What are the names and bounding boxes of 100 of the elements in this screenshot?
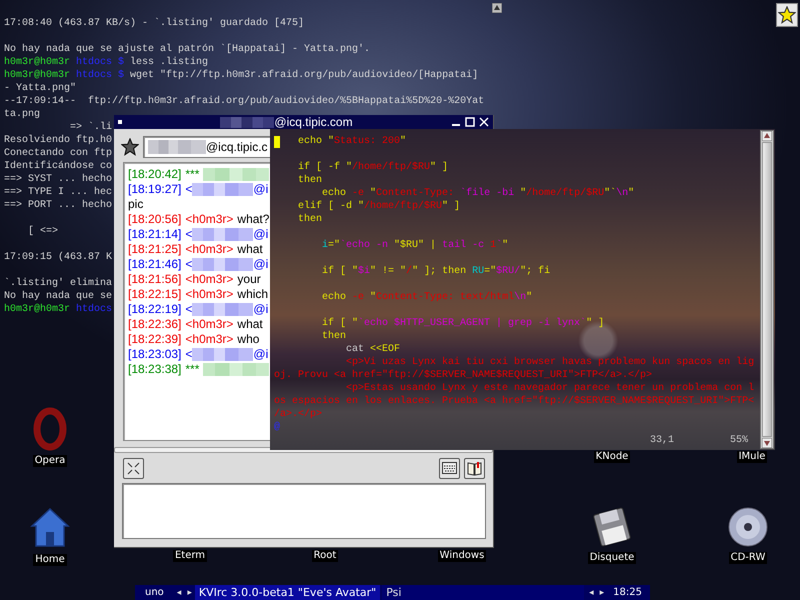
code-line: <p>Vi uzas Lynx kai tiu cxi browser havas problemo kun spacos en lig — [345, 356, 754, 369]
nick-label: @i — [253, 182, 268, 197]
code-line: os espacios en los enlaces. Prueba <a href="ftp://$SERVER_NAME$REQUEST_URI">FTP< — [274, 395, 754, 408]
blurred-name — [203, 363, 270, 376]
desktop-icon-label[interactable]: Eterm — [172, 550, 208, 562]
prompt-symbol: $ — [118, 56, 124, 69]
message-text: what — [237, 242, 263, 257]
message-input[interactable] — [122, 483, 486, 539]
message-text: what? — [237, 212, 270, 227]
nick-bracket: < — [185, 347, 192, 362]
nick-label: @i — [253, 302, 268, 317]
house-icon[interactable] — [29, 506, 71, 550]
chat-timestamp: [18:22:19] — [128, 302, 182, 317]
keyboard-button[interactable] — [439, 458, 460, 478]
prompt-symbol: $ — [118, 69, 124, 82]
terminal-line: Conectando con ftp — [4, 147, 112, 160]
desktop-icon-label[interactable]: Root — [312, 550, 338, 562]
book-icon — [467, 460, 482, 476]
maximize-icon[interactable] — [465, 117, 475, 127]
chat-timestamp: [18:21:25] — [128, 242, 182, 257]
chat-timestamp: [18:22:39] — [128, 332, 182, 347]
scrollbar[interactable] — [760, 130, 774, 449]
nick-bracket: < — [185, 257, 192, 272]
chat-timestamp: [18:20:56] — [128, 212, 182, 227]
chat-timestamp: [18:22:15] — [128, 287, 182, 302]
book-button[interactable] — [464, 458, 485, 478]
desktop-icon-label[interactable]: Home — [33, 554, 67, 566]
prompt-directory: htdocs — [76, 56, 112, 69]
message-text: pic — [128, 197, 144, 212]
workspace-name[interactable]: uno — [135, 587, 174, 598]
nick-label: <h0m3r> — [185, 242, 234, 257]
code-line: i="`echo -n "$RU" | tail -c 1`" — [321, 239, 508, 252]
code-line: echo -e "Content-Type: text/html\n" — [321, 291, 532, 304]
system-marker: *** — [185, 362, 200, 377]
nick-label: @i — [253, 347, 268, 362]
message-text: who — [237, 332, 260, 347]
terminal-line: ==> TYPE I ... hec — [4, 186, 112, 199]
prompt-user: h0m3r@h0m3r — [4, 69, 70, 82]
desktop-icon-label[interactable]: Disquete — [588, 552, 636, 564]
desktop-icon-label[interactable]: IMule — [736, 451, 768, 463]
close-icon[interactable] — [479, 117, 489, 127]
terminal-line: --17:09:14-- ftp://ftp.h0m3r.afraid.org/pub/audiovideo/%5BHappatai%5D%20-%20Yat — [4, 95, 484, 108]
code-line: then — [321, 330, 346, 343]
nick-label: @i — [253, 257, 268, 272]
code-line: elif [ -d "/home/ftp/$RU" ] — [297, 200, 460, 213]
chat-timestamp: [18:23:38] — [128, 362, 182, 377]
chat-timestamp: [18:21:46] — [128, 257, 182, 272]
code-line: <p>Estas usando Lynx y este navegador parece tener un problema con l — [345, 382, 754, 395]
text-cursor — [274, 136, 280, 148]
star-icon — [778, 6, 796, 24]
terminal-line: - Yatta.png" — [4, 82, 76, 95]
desktop-icon-label[interactable]: Opera — [32, 455, 68, 467]
code-line: echo -e "Content-Type: `file -bi "/home/ftp/$RU"`\n" — [321, 187, 634, 200]
cursor-position: 33,1 — [650, 434, 674, 447]
shrink-button[interactable] — [123, 458, 144, 478]
blurred-name — [192, 258, 254, 271]
desktop-icon-label[interactable]: Windows — [438, 550, 486, 562]
star-icon — [121, 138, 139, 156]
down-arrow-icon[interactable] — [762, 438, 772, 448]
chat-timestamp: [18:21:14] — [128, 227, 182, 242]
terminal-line: Resolviendo ftp.h0 — [4, 134, 112, 147]
nick-label: <h0m3r> — [185, 332, 234, 347]
code-line: if [ "$i" != "/" ]; then RU="$RU/"; fi — [321, 265, 550, 278]
chat-timestamp: [18:23:03] — [128, 347, 182, 362]
terminal-line: 17:08:40 (463.87 KB/s) - `.listing' guardado [475] — [4, 17, 304, 30]
nick-bracket: < — [185, 227, 192, 242]
terminal-line: No hay nada que se ajuste al patrón `[Happatai] - Yatta.png'. — [4, 43, 370, 56]
terminal-line: Identificándose co — [4, 160, 112, 173]
nick-label: <h0m3r> — [185, 212, 234, 227]
chat-timestamp: [18:20:42] — [128, 167, 182, 182]
code-line: /a>.</p> — [274, 408, 322, 421]
blurred-name — [203, 168, 270, 181]
terminal-line: ta.png — [4, 108, 40, 121]
blurred-name — [192, 303, 254, 316]
cd-disc-icon[interactable] — [727, 506, 769, 548]
nick-label: <h0m3r> — [185, 287, 234, 302]
chat-timestamp: [18:19:27] — [128, 182, 182, 197]
command-text: wget "ftp://ftp.h0m3r.afraid.org/pub/audiovideo/[Happatai] — [130, 69, 478, 82]
keyboard-icon — [442, 462, 457, 474]
blurred-name — [192, 183, 254, 196]
blurred-name — [192, 348, 254, 361]
desktop-icon-label[interactable]: KNode — [594, 451, 630, 463]
terminal-line: No hay nada que se — [4, 290, 112, 303]
triangle-icon[interactable] — [492, 3, 502, 13]
up-arrow-icon[interactable] — [762, 131, 772, 141]
desktop-icon-label[interactable]: CD-RW — [728, 552, 768, 564]
prompt-directory: htdocs — [76, 303, 112, 316]
star-button[interactable] — [776, 3, 798, 27]
code-line: oj. Provu <a href="ftp://$SERVER_NAME$REQUEST_URI">FTP</a>.</p> — [274, 369, 652, 382]
terminal-line: `.listing' elimina — [4, 277, 112, 290]
code-line: then — [297, 174, 322, 187]
system-marker: *** — [185, 167, 200, 182]
task-button[interactable]: Psi — [382, 585, 584, 600]
shrink-icon — [127, 462, 140, 474]
message-text: what — [237, 317, 263, 332]
terminal-line: [ <=> — [27, 225, 58, 238]
chat-timestamp: [18:22:36] — [128, 317, 182, 332]
nick-bracket: < — [185, 302, 192, 317]
code-line: if [ -f "/home/ftp/$RU" ] — [297, 161, 448, 174]
task-button[interactable]: KVIrc 3.0.0-beta1 "Eve's Avatar" — [194, 585, 380, 600]
